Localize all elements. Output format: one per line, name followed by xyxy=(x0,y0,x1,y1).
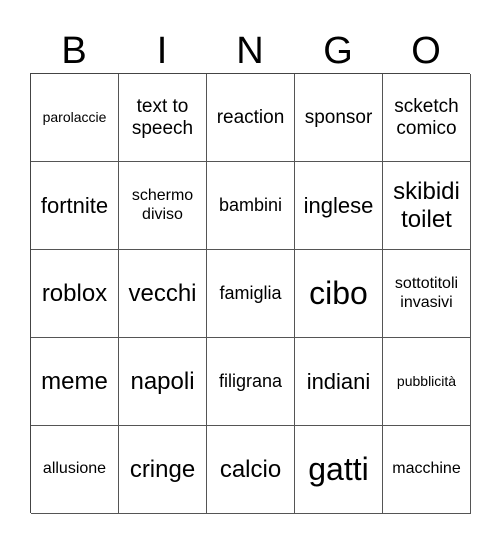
bingo-cell[interactable]: calcio xyxy=(207,426,295,514)
header-letter-i: I xyxy=(156,30,168,72)
bingo-cell[interactable]: famiglia xyxy=(207,250,295,338)
bingo-cell[interactable]: roblox xyxy=(31,250,119,338)
bingo-cell[interactable]: allusione xyxy=(31,426,119,514)
header-letter-b: B xyxy=(61,30,87,72)
bingo-cell[interactable]: gatti xyxy=(295,426,383,514)
bingo-board: parolaccie text to speech reaction spons… xyxy=(30,73,471,514)
bingo-header: B I N G O xyxy=(30,28,470,74)
bingo-cell[interactable]: napoli xyxy=(119,338,207,426)
bingo-cell[interactable]: text to speech xyxy=(119,74,207,162)
bingo-cell[interactable]: cibo xyxy=(295,250,383,338)
bingo-cell[interactable]: cringe xyxy=(119,426,207,514)
bingo-cell[interactable]: parolaccie xyxy=(31,74,119,162)
bingo-cell[interactable]: indiani xyxy=(295,338,383,426)
bingo-cell[interactable]: filigrana xyxy=(207,338,295,426)
header-letter-o: O xyxy=(411,30,441,72)
bingo-cell[interactable]: sponsor xyxy=(295,74,383,162)
bingo-cell[interactable]: reaction xyxy=(207,74,295,162)
bingo-cell[interactable]: skibidi toilet xyxy=(383,162,471,250)
bingo-cell[interactable]: macchine xyxy=(383,426,471,514)
bingo-cell[interactable]: inglese xyxy=(295,162,383,250)
bingo-cell[interactable]: vecchi xyxy=(119,250,207,338)
bingo-cell[interactable]: sottotitoli invasivi xyxy=(383,250,471,338)
bingo-cell[interactable]: pubblicità xyxy=(383,338,471,426)
bingo-cell[interactable]: bambini xyxy=(207,162,295,250)
bingo-cell[interactable]: scketch comico xyxy=(383,74,471,162)
bingo-cell[interactable]: schermo diviso xyxy=(119,162,207,250)
header-letter-n: N xyxy=(236,30,264,72)
header-letter-g: G xyxy=(323,30,353,72)
bingo-cell[interactable]: fortnite xyxy=(31,162,119,250)
bingo-cell[interactable]: meme xyxy=(31,338,119,426)
